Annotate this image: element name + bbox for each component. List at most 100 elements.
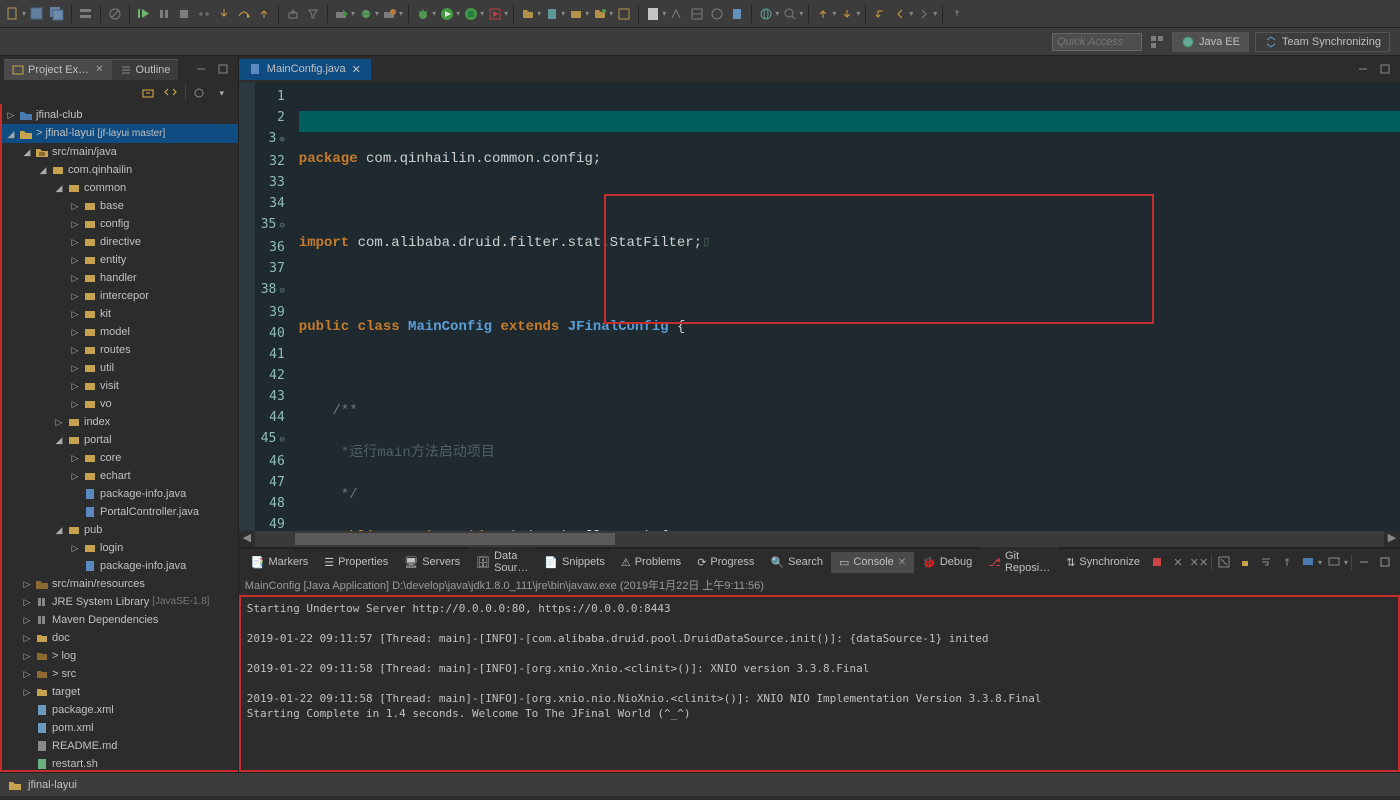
new-project-icon[interactable] [519, 5, 537, 23]
step-filters-icon[interactable] [304, 5, 322, 23]
profile-server-icon[interactable] [381, 5, 399, 23]
pin-console-icon[interactable] [1278, 553, 1296, 571]
minimize-icon[interactable] [192, 60, 210, 78]
new-xsd-icon[interactable] [668, 5, 686, 23]
annotation-prev-icon[interactable] [814, 5, 832, 23]
tab-console[interactable]: ▭Console✕ [831, 552, 914, 573]
minimize-icon[interactable] [1355, 553, 1373, 571]
view-menu-icon[interactable]: ▾ [212, 84, 232, 102]
step-into-icon[interactable] [215, 5, 233, 23]
maximize-icon[interactable] [1376, 60, 1394, 78]
step-return-icon[interactable] [255, 5, 273, 23]
new-icon[interactable] [4, 5, 22, 23]
display-console-icon[interactable] [1299, 553, 1317, 571]
perspective-team-sync[interactable]: Team Synchronizing [1255, 32, 1390, 52]
resume-icon[interactable] [135, 5, 153, 23]
open-perspective-icon[interactable] [1148, 33, 1166, 51]
debug-icon[interactable] [414, 5, 432, 23]
perspective-java-ee[interactable]: Java EE [1172, 32, 1249, 52]
package-icon [67, 181, 81, 195]
tab-project-explorer[interactable]: Project Ex… ✕ [4, 59, 112, 80]
tab-servers[interactable]: 🖥Servers [396, 552, 468, 573]
tab-debug[interactable]: 🐞Debug [914, 552, 980, 573]
tab-markers[interactable]: 📑Markers [243, 552, 316, 573]
tab-search[interactable]: 🔍Search [762, 552, 831, 573]
new-jsp-icon[interactable] [708, 5, 726, 23]
skip-breakpoints-icon[interactable] [106, 5, 124, 23]
editor-hscroll[interactable]: ◀▶ [239, 531, 1400, 547]
new-connector-icon[interactable] [591, 5, 609, 23]
toggle-breadcrumb-icon[interactable] [77, 5, 95, 23]
link-editor-icon[interactable] [161, 84, 181, 102]
tab-properties[interactable]: ☰Properties [316, 552, 396, 573]
new-ejb-icon[interactable] [567, 5, 585, 23]
forward-icon[interactable] [915, 5, 933, 23]
folder-icon [35, 667, 49, 681]
debug-server-icon[interactable] [357, 5, 375, 23]
tree-item-label: jfinal-club [36, 107, 82, 123]
save-icon[interactable] [28, 5, 46, 23]
java-file-icon [83, 505, 97, 519]
tab-outline[interactable]: Outline [112, 59, 179, 80]
drop-to-frame-icon[interactable] [284, 5, 302, 23]
editor-tab-mainconfig[interactable]: MainConfig.java ✕ [239, 59, 371, 80]
maximize-icon[interactable] [1376, 553, 1394, 571]
terminate-icon[interactable] [175, 5, 193, 23]
coverage-icon[interactable] [462, 5, 480, 23]
git-icon: ⎇ [988, 556, 1001, 569]
collapse-all-icon[interactable] [139, 84, 159, 102]
remove-all-icon[interactable]: ✕✕ [1190, 553, 1208, 571]
new-servlet-icon[interactable] [543, 5, 561, 23]
close-icon[interactable]: ✕ [95, 64, 103, 75]
folder-icon [35, 631, 49, 645]
open-console-icon[interactable] [1325, 553, 1343, 571]
new-css-icon[interactable] [728, 5, 746, 23]
external-tools-icon[interactable] [486, 5, 504, 23]
tab-problems[interactable]: ⚠Problems [613, 552, 689, 573]
annotation-next-icon[interactable] [838, 5, 856, 23]
search-icon: 🔍 [770, 556, 784, 569]
suspend-icon[interactable] [155, 5, 173, 23]
remove-launch-icon[interactable]: ✕ [1169, 553, 1187, 571]
package-icon [67, 523, 81, 537]
disconnect-icon[interactable] [195, 5, 213, 23]
close-icon[interactable]: ✕ [352, 63, 361, 76]
debug-icon: 🐞 [922, 556, 936, 569]
back-icon[interactable] [891, 5, 909, 23]
start-server-icon[interactable] [333, 5, 351, 23]
clear-console-icon[interactable] [1215, 553, 1233, 571]
tab-git[interactable]: ⎇Git Reposi… [980, 546, 1058, 578]
scroll-lock-icon[interactable] [1236, 553, 1254, 571]
open-type-icon[interactable] [615, 5, 633, 23]
tab-synchronize[interactable]: ⇅Synchronize [1058, 552, 1148, 573]
run-icon[interactable] [438, 5, 456, 23]
package-icon [83, 541, 97, 555]
minimize-icon[interactable] [1354, 60, 1372, 78]
save-all-icon[interactable] [48, 5, 66, 23]
console-output[interactable]: Starting Undertow Server http://0.0.0.0:… [239, 595, 1400, 772]
package-icon [83, 253, 97, 267]
web-browser-icon[interactable] [757, 5, 775, 23]
step-over-icon[interactable] [235, 5, 253, 23]
project-tree[interactable]: ▷jfinal-club ◢> jfinal-layui [jf-layui m… [0, 104, 238, 772]
search-icon[interactable] [781, 5, 799, 23]
perspective-bar: Java EE Team Synchronizing [0, 28, 1400, 56]
servers-icon: 🖥 [404, 556, 418, 569]
word-wrap-icon[interactable] [1257, 553, 1275, 571]
focus-task-icon[interactable] [190, 84, 210, 102]
maximize-icon[interactable] [214, 60, 232, 78]
terminate-icon[interactable] [1148, 553, 1166, 571]
code-content[interactable]: package com.qinhailin.common.config; imp… [291, 82, 1400, 531]
code-editor[interactable]: 12 3⊕ 323334 35⊖ 3637 38⊖ 394041424344 4… [239, 82, 1400, 531]
quick-access-input[interactable] [1052, 33, 1142, 51]
tab-progress[interactable]: ⟳Progress [689, 552, 762, 573]
tab-data-source[interactable]: 🗄Data Sour… [468, 546, 536, 578]
last-edit-icon[interactable] [871, 5, 889, 23]
new-xml-icon[interactable] [644, 5, 662, 23]
pin-editor-icon[interactable] [948, 5, 966, 23]
close-icon[interactable]: ✕ [898, 557, 906, 568]
markers-icon: 📑 [251, 556, 265, 569]
status-bar: jfinal-layui [0, 772, 1400, 796]
tab-snippets[interactable]: 📄Snippets [536, 552, 613, 573]
new-xsl-icon[interactable] [688, 5, 706, 23]
